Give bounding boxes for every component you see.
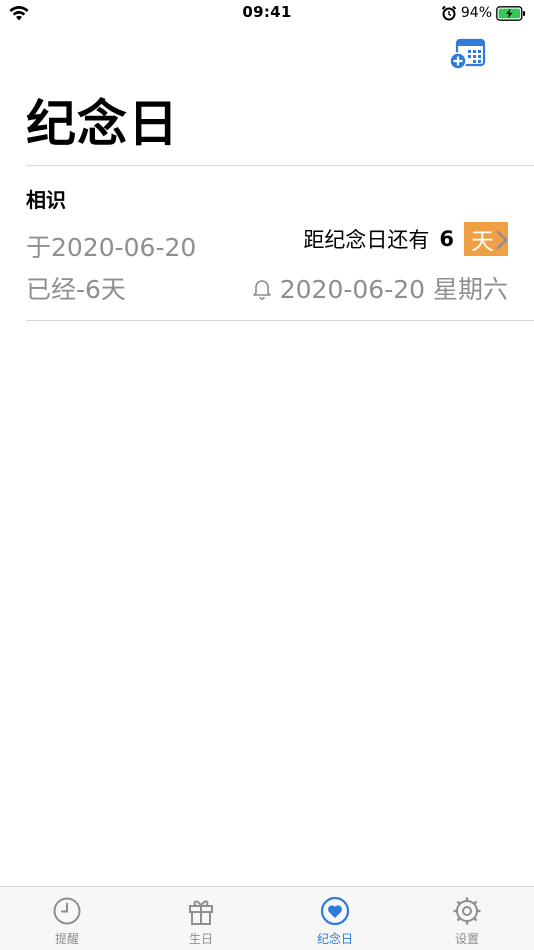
add-anniversary-button[interactable] bbox=[446, 36, 488, 72]
anniversary-elapsed: 已经-6天 bbox=[26, 275, 126, 304]
battery-charging-icon bbox=[496, 5, 525, 21]
status-indicators: 94% bbox=[441, 3, 526, 23]
chevron-right-icon bbox=[496, 230, 508, 250]
gear-icon bbox=[453, 897, 481, 925]
anniversary-date: 于2020-06-20 bbox=[26, 233, 197, 262]
tab-bar: 提醒 生日 纪念日 设置 bbox=[0, 886, 534, 950]
status-bar: 09:41 94% bbox=[0, 0, 534, 28]
bell-icon bbox=[252, 280, 271, 300]
tab-anniversaries[interactable]: 纪念日 bbox=[268, 887, 402, 950]
row-divider bbox=[26, 320, 534, 321]
calendar-add-icon bbox=[449, 38, 486, 70]
page-title: 纪念日 bbox=[26, 95, 179, 153]
tab-settings[interactable]: 设置 bbox=[400, 887, 534, 950]
countdown: 距纪念日还有 6 天 bbox=[303, 222, 508, 256]
alarm-icon bbox=[441, 5, 457, 21]
screen: 09:41 94% 纪念日 相识 于2020-06-20 已经-6天 距纪念日还… bbox=[0, 0, 534, 950]
tab-label: 提醒 bbox=[54, 932, 79, 946]
countdown-label: 距纪念日还有 bbox=[303, 228, 430, 252]
clock-icon bbox=[53, 897, 81, 925]
reminder-date: 2020-06-20 星期六 bbox=[279, 275, 508, 304]
anniversary-name: 相识 bbox=[26, 188, 66, 212]
tab-label: 生日 bbox=[188, 932, 213, 946]
tab-label: 设置 bbox=[454, 932, 479, 946]
anniversary-row[interactable]: 相识 于2020-06-20 已经-6天 距纪念日还有 6 天 2020-06-… bbox=[0, 166, 534, 320]
tab-reminders[interactable]: 提醒 bbox=[0, 887, 134, 950]
countdown-days: 6 bbox=[439, 227, 454, 251]
tab-birthdays[interactable]: 生日 bbox=[134, 887, 268, 950]
reminder: 2020-06-20 星期六 bbox=[250, 270, 508, 306]
tab-label: 纪念日 bbox=[316, 932, 353, 946]
heart-icon bbox=[320, 896, 350, 926]
battery-percent: 94% bbox=[460, 5, 492, 21]
gift-icon bbox=[189, 900, 213, 925]
